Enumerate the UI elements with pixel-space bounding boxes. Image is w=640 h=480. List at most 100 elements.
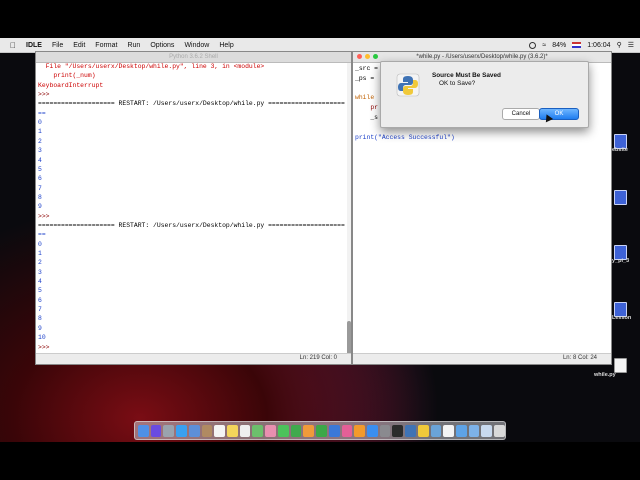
shell-line: 8 <box>38 315 42 323</box>
battery-level[interactable]: 84% <box>552 42 566 49</box>
shell-line: 2 <box>38 259 42 267</box>
finder-icon[interactable] <box>138 424 149 437</box>
code-line: _src = <box>355 65 379 72</box>
terminal-icon[interactable] <box>392 424 404 437</box>
numbers-icon[interactable] <box>316 424 327 437</box>
shell-title[interactable]: Python 3.6.2 Shell <box>36 52 351 63</box>
shell-line: 5 <box>38 165 42 173</box>
shell-line: 3 <box>38 268 42 276</box>
code-line: print("Access Successful") <box>355 133 455 141</box>
desktop-label-website[interactable]: ebsite <box>612 147 628 153</box>
close-icon[interactable] <box>357 54 362 59</box>
letterbox-top <box>0 0 640 38</box>
notes-icon[interactable] <box>227 424 238 437</box>
shell-line: 1 <box>38 250 42 257</box>
shell-line: >>> <box>38 91 54 99</box>
menu-bar:  IDLE File Edit Format Run Options Wind… <box>0 38 640 53</box>
cancel-button[interactable]: Cancel <box>502 108 540 120</box>
shell-cursor-position: Ln: 219 Col: 0 <box>299 355 337 361</box>
menu-file[interactable]: File <box>52 42 63 49</box>
folder-icon[interactable] <box>455 424 467 437</box>
shell-output[interactable]: File "/Users/userx/Desktop/while.py", li… <box>36 63 347 354</box>
app-store-icon[interactable] <box>366 424 378 437</box>
menu-run[interactable]: Run <box>127 42 140 49</box>
system-preferences-icon[interactable] <box>379 424 391 437</box>
shell-status-bar: Ln: 219 Col: 0 <box>36 353 351 364</box>
shell-line: 2 <box>38 137 42 145</box>
desktop-label-pi[interactable]: y_pi_3 <box>612 258 629 264</box>
textedit-icon[interactable] <box>443 424 454 437</box>
editor-title: *while.py - /Users/userx/Desktop/while.p… <box>416 54 548 60</box>
shell-line: 7 <box>38 306 42 314</box>
menu-help[interactable]: Help <box>219 42 233 49</box>
messages-icon[interactable] <box>277 424 289 437</box>
menu-list-icon[interactable]: ☰ <box>628 41 634 49</box>
shell-line: 0 <box>38 119 42 127</box>
calendar-icon[interactable] <box>214 424 226 437</box>
reminders-icon[interactable] <box>239 424 251 437</box>
shell-line: == <box>38 231 46 239</box>
siri-icon[interactable] <box>150 424 162 437</box>
record-icon[interactable] <box>529 41 537 49</box>
apple-icon[interactable]:  <box>10 41 16 50</box>
shell-line: KeyboardInterrupt <box>38 81 104 89</box>
search-icon[interactable]: ⚲ <box>617 41 622 49</box>
shell-line: 6 <box>38 175 42 183</box>
photos-icon[interactable] <box>265 424 276 437</box>
window-controls <box>357 54 378 59</box>
shell-line: 8 <box>38 193 42 201</box>
shell-line: 3 <box>38 147 42 155</box>
shell-line: File "/Users/userx/Desktop/while.py", li… <box>38 63 265 70</box>
wifi-icon[interactable]: ≈ <box>542 42 546 49</box>
idle-icon[interactable] <box>417 424 429 437</box>
menu-options[interactable]: Options <box>150 42 174 49</box>
python-icon <box>396 73 420 97</box>
shell-line: 1 <box>38 128 42 136</box>
dock <box>134 421 506 440</box>
code-line: pr <box>355 104 379 112</box>
shell-line: ==================== RESTART: /Users/use… <box>38 221 345 229</box>
maps-icon[interactable] <box>252 424 264 437</box>
shell-line: 0 <box>38 240 42 248</box>
desktop-folder-icon[interactable] <box>614 190 627 205</box>
dialog-heading: Source Must Be Saved <box>432 72 501 79</box>
editor-cursor-position: Ln: 8 Col: 24 <box>562 355 597 361</box>
input-source-flag-icon[interactable] <box>572 42 582 48</box>
trash-icon[interactable] <box>494 424 505 437</box>
documents-icon[interactable] <box>481 424 493 437</box>
shell-line: == <box>38 109 46 117</box>
letterbox-bottom <box>0 442 640 480</box>
launchpad-icon[interactable] <box>163 424 175 437</box>
shell-line: 4 <box>38 278 42 286</box>
downloads-icon[interactable] <box>468 424 480 437</box>
save-dialog: Source Must Be Saved OK to Save? Cancel … <box>380 61 589 128</box>
python-launcher-icon[interactable] <box>405 424 416 437</box>
menu-app-idle[interactable]: IDLE <box>26 42 42 49</box>
status-area: ≈ 84% 1:06:04 ⚲ ☰ <box>529 38 634 52</box>
code-line: _s <box>355 114 379 121</box>
ibooks-icon[interactable] <box>354 424 365 437</box>
mail-icon[interactable] <box>188 424 200 437</box>
shell-line: ==================== RESTART: /Users/use… <box>38 100 345 108</box>
contacts-icon[interactable] <box>201 424 213 437</box>
dialog-message: OK to Save? <box>439 80 476 87</box>
python-file-icon[interactable] <box>614 358 627 373</box>
menu-format[interactable]: Format <box>95 42 117 49</box>
menu-edit[interactable]: Edit <box>73 42 85 49</box>
shell-scrollbar[interactable] <box>347 63 351 361</box>
desktop-label-while-py[interactable]: while.py <box>594 372 616 378</box>
shell-line: 10 <box>38 334 46 342</box>
shell-line: 4 <box>38 156 42 164</box>
clock[interactable]: 1:06:04 <box>587 42 610 49</box>
itunes-icon[interactable] <box>341 424 353 437</box>
minimize-icon[interactable] <box>365 54 370 59</box>
pages-icon[interactable] <box>303 424 315 437</box>
menu-window[interactable]: Window <box>184 42 209 49</box>
facetime-icon[interactable] <box>290 424 302 437</box>
keynote-icon[interactable] <box>328 424 340 437</box>
safari-icon[interactable] <box>176 424 187 437</box>
desktop-label-lesson[interactable]: Lesson <box>612 315 631 321</box>
editor-status-bar: Ln: 8 Col: 24 <box>353 353 611 364</box>
zoom-icon[interactable] <box>373 54 378 59</box>
preview-icon[interactable] <box>430 424 442 437</box>
